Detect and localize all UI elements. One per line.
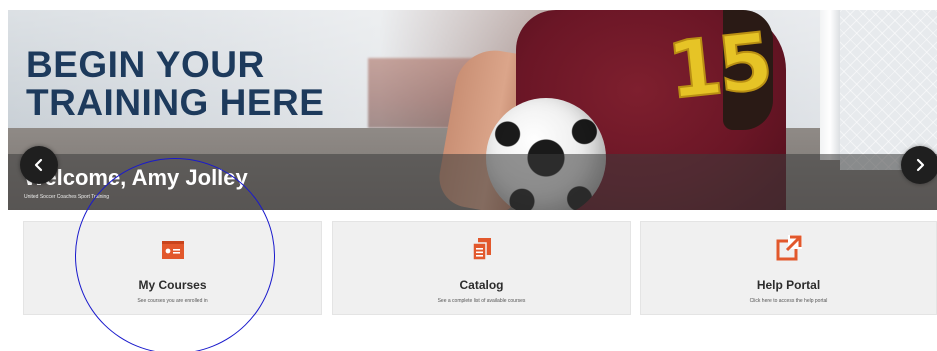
help-portal-title: Help Portal bbox=[756, 278, 821, 292]
catalog-tile[interactable]: Catalog See a complete list of available… bbox=[332, 221, 631, 315]
quick-links: My Courses See courses you are enrolled … bbox=[8, 221, 937, 315]
welcome-subtitle: United Soccer Coaches Sport Training bbox=[24, 194, 110, 200]
catalog-copy-icon bbox=[472, 238, 491, 260]
hero-headline-line1: BEGIN YOUR bbox=[26, 44, 265, 85]
chevron-left-icon bbox=[34, 158, 43, 172]
hero-headline: BEGIN YOUR TRAINING HERE bbox=[26, 46, 324, 122]
carousel-prev-button[interactable] bbox=[20, 146, 58, 184]
id-card-icon bbox=[161, 241, 184, 259]
my-courses-title: My Courses bbox=[138, 278, 207, 292]
chevron-right-icon bbox=[916, 158, 925, 172]
my-courses-description: See courses you are enrolled in bbox=[137, 298, 208, 304]
external-link-icon bbox=[776, 235, 802, 261]
carousel-next-button[interactable] bbox=[901, 146, 937, 184]
page: 15 BEGIN YOUR TRAINING HERE Welcome, Amy… bbox=[0, 0, 937, 351]
my-courses-tile[interactable]: My Courses See courses you are enrolled … bbox=[23, 221, 322, 315]
goal-post bbox=[820, 10, 840, 160]
catalog-description: See a complete list of available courses bbox=[437, 298, 526, 304]
hero-banner: 15 BEGIN YOUR TRAINING HERE Welcome, Amy… bbox=[8, 10, 937, 210]
jersey-number: 15 bbox=[663, 16, 774, 118]
help-portal-tile[interactable]: Help Portal Click here to access the hel… bbox=[640, 221, 937, 315]
help-portal-description: Click here to access the help portal bbox=[749, 298, 828, 304]
catalog-title: Catalog bbox=[459, 278, 504, 292]
hero-headline-line2: TRAINING HERE bbox=[26, 82, 325, 123]
